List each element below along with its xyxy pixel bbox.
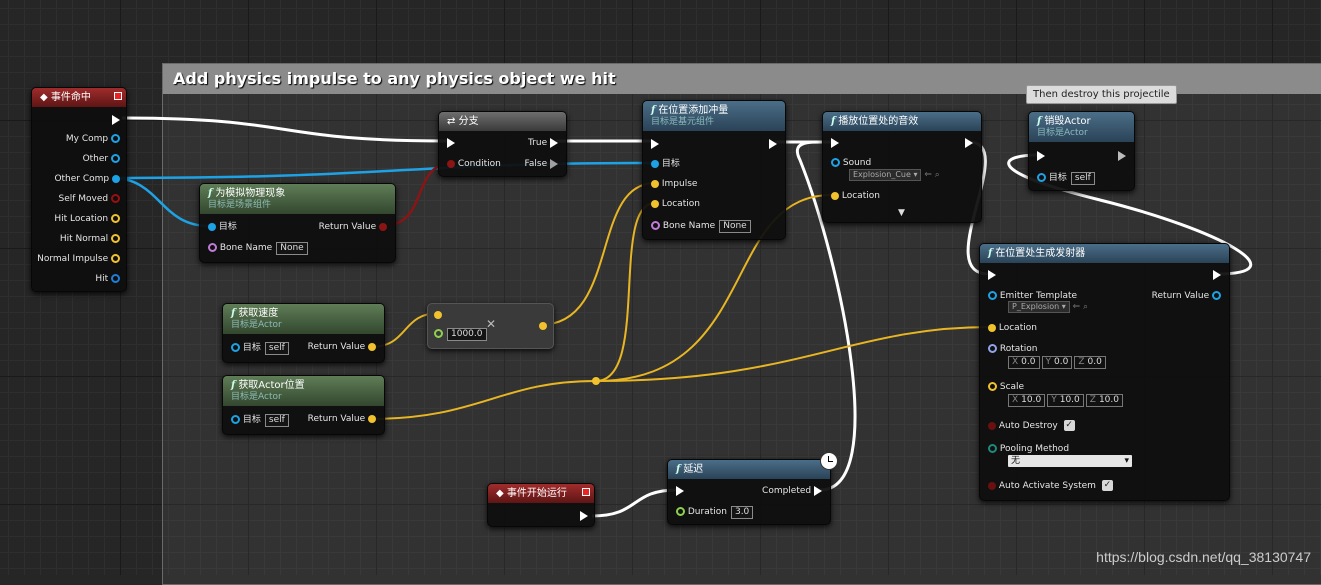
delay-completed-pin[interactable]: Completed: [762, 485, 822, 497]
spawn-scale-pin[interactable]: Scale: [988, 381, 1024, 393]
impulse-exec-in[interactable]: [651, 138, 659, 150]
velocity-title: 获取速度: [238, 308, 279, 319]
branch-condition-pin[interactable]: Condition: [447, 158, 501, 170]
clock-icon: [820, 452, 838, 470]
impulse-location-pin[interactable]: Location: [651, 198, 700, 210]
simulate-subtitle: 目标是场景组件: [208, 200, 272, 210]
spawn-pooling-pin[interactable]: Pooling Method: [988, 443, 1069, 455]
spawn-auto-destroy[interactable]: Auto Destroy ✓: [988, 420, 1075, 432]
begin-play-exec-out[interactable]: [580, 510, 588, 522]
simulate-title: 为模拟物理现象: [215, 188, 286, 199]
velocity-subtitle: 目标是Actor: [231, 320, 282, 330]
impulse-bone-pin[interactable]: Bone Name None: [651, 220, 751, 233]
impulse-target-pin[interactable]: 目标: [651, 158, 680, 170]
delay-node[interactable]: f 延迟 Completed Duration 3.0: [667, 452, 838, 525]
spawn-location-pin[interactable]: Location: [988, 322, 1037, 334]
object-wire-othercomp-impulse: [111, 161, 656, 180]
pooling-dropdown[interactable]: 无 ▾: [1008, 455, 1132, 467]
branch-icon: ⇄: [447, 116, 456, 127]
pin-hit[interactable]: Hit: [95, 273, 120, 285]
spawn-exec-out[interactable]: [1213, 269, 1221, 281]
pin-other-comp[interactable]: Other Comp: [54, 173, 120, 185]
watermark: https://blog.csdn.net/qq_38130747: [1096, 549, 1311, 565]
branch-false-pin[interactable]: False: [525, 158, 558, 170]
spawn-rotation-fields[interactable]: X 0.0 Y 0.0 Z 0.0: [1008, 356, 1108, 369]
spawn-exec-in[interactable]: [988, 269, 996, 281]
destroy-exec-out[interactable]: [1118, 150, 1126, 162]
spawn-return-pin[interactable]: Return Value: [1152, 290, 1221, 302]
velocity-target-pin[interactable]: 目标 self: [231, 342, 289, 355]
pin-self-moved[interactable]: Self Moved: [58, 193, 120, 205]
branch-true-pin[interactable]: True: [528, 137, 558, 149]
comment-tooltip: Then destroy this projectile: [1026, 85, 1177, 104]
auto-destroy-checkbox[interactable]: ✓: [1063, 420, 1075, 431]
begin-play-node[interactable]: ◆ 事件开始运行: [487, 483, 595, 527]
destroy-title: 销毁Actor: [1044, 116, 1091, 127]
hit-exec-out[interactable]: [112, 114, 120, 126]
velocity-return-pin[interactable]: Return Value: [308, 341, 376, 353]
sound-exec-in[interactable]: [831, 137, 839, 149]
spawn-scale-fields[interactable]: X 10.0 Y 10.0 Z 10.0: [1008, 394, 1125, 407]
sound-location-pin[interactable]: Location: [831, 190, 880, 202]
location-subtitle: 目标是Actor: [231, 392, 282, 402]
exec-wire-hit-branch: [121, 116, 448, 143]
get-actor-location-node[interactable]: f 获取Actor位置 目标是Actor 目标 self Return Value: [222, 375, 385, 435]
add-impulse-node[interactable]: f 在位置添加冲量 目标是基元组件 目标 Impulse Location Bon…: [642, 100, 786, 240]
begin-play-title: 事件开始运行: [506, 488, 567, 499]
pin-my-comp[interactable]: My Comp: [66, 133, 120, 145]
delay-duration-pin[interactable]: Duration 3.0: [676, 506, 754, 519]
sound-sound-pin[interactable]: Sound: [831, 157, 871, 169]
delay-exec-in[interactable]: [676, 485, 684, 497]
event-hit-node[interactable]: ◆ 事件命中 My Comp Other Other Comp Self Mov…: [31, 87, 127, 292]
sound-asset-select[interactable]: Explosion_Cue ▾ ⇐ ⌕: [849, 169, 940, 181]
expand-arrow-icon[interactable]: ▼: [898, 207, 905, 219]
destroy-exec-in[interactable]: [1037, 150, 1045, 162]
branch-node[interactable]: ⇄ 分支 True Condition False: [438, 111, 567, 177]
simulate-physics-node[interactable]: f 为模拟物理现象 目标是场景组件 目标 Return Value Bone Na…: [199, 183, 396, 263]
multiply-input-b[interactable]: 1000.0: [434, 328, 487, 341]
pin-other[interactable]: Other: [83, 153, 120, 165]
spawn-auto-activate[interactable]: Auto Activate System ✓: [988, 480, 1113, 492]
location-title: 获取Actor位置: [238, 380, 305, 391]
add-impulse-title: 在位置添加冲量: [658, 105, 729, 116]
multiply-output[interactable]: [539, 320, 547, 332]
spawn-rotation-pin[interactable]: Rotation: [988, 343, 1038, 355]
add-impulse-subtitle: 目标是基元组件: [651, 117, 715, 127]
multiply-icon: ✕: [486, 317, 497, 331]
spawn-emitter-node[interactable]: f 在位置处生成发射器 Emitter Template P_Explosion …: [979, 243, 1230, 501]
branch-title: 分支: [458, 116, 479, 127]
sound-exec-out[interactable]: [965, 137, 973, 149]
impulse-exec-out[interactable]: [769, 138, 777, 150]
branch-exec-in[interactable]: [447, 137, 455, 149]
multiply-node[interactable]: ✕ 1000.0: [427, 303, 554, 349]
impulse-impulse-pin[interactable]: Impulse: [651, 178, 697, 190]
spawn-template-select[interactable]: P_Explosion ▾ ⇐ ⌕: [1008, 301, 1088, 313]
destroy-subtitle: 目标是Actor: [1037, 128, 1088, 138]
play-sound-title: 播放位置处的音效: [838, 116, 919, 127]
simulate-target-pin[interactable]: 目标: [208, 221, 237, 233]
multiply-input-a[interactable]: [434, 309, 442, 321]
vector-wire-reroute-spawn: [595, 326, 991, 382]
reroute-node: [592, 377, 600, 385]
pin-normal-impulse[interactable]: Normal Impulse: [37, 253, 120, 265]
destroy-actor-node[interactable]: f 销毁Actor 目标是Actor 目标 self: [1028, 111, 1135, 191]
pin-hit-normal[interactable]: Hit Normal: [60, 233, 120, 245]
exec-wire-begin-delay: [591, 488, 678, 518]
pin-hit-location[interactable]: Hit Location: [54, 213, 120, 225]
get-velocity-node[interactable]: f 获取速度 目标是Actor 目标 self Return Value: [222, 303, 385, 363]
spawn-title: 在位置处生成发射器: [995, 248, 1086, 259]
event-hit-title: 事件命中: [50, 92, 91, 103]
vector-wire-multiply-impulse: [539, 182, 656, 326]
simulate-bone-pin[interactable]: Bone Name None: [208, 242, 308, 255]
play-sound-node[interactable]: f 播放位置处的音效 Sound Explosion_Cue ▾ ⇐ ⌕ Loca…: [822, 111, 982, 223]
auto-activate-checkbox[interactable]: ✓: [1101, 480, 1113, 491]
location-return-pin[interactable]: Return Value: [308, 413, 376, 425]
location-target-pin[interactable]: 目标 self: [231, 414, 289, 427]
simulate-return-pin[interactable]: Return Value: [319, 221, 387, 233]
delay-title: 延迟: [683, 464, 704, 475]
destroy-target-pin[interactable]: 目标 self: [1037, 172, 1095, 185]
vector-wire-location-reroute: [369, 380, 597, 420]
